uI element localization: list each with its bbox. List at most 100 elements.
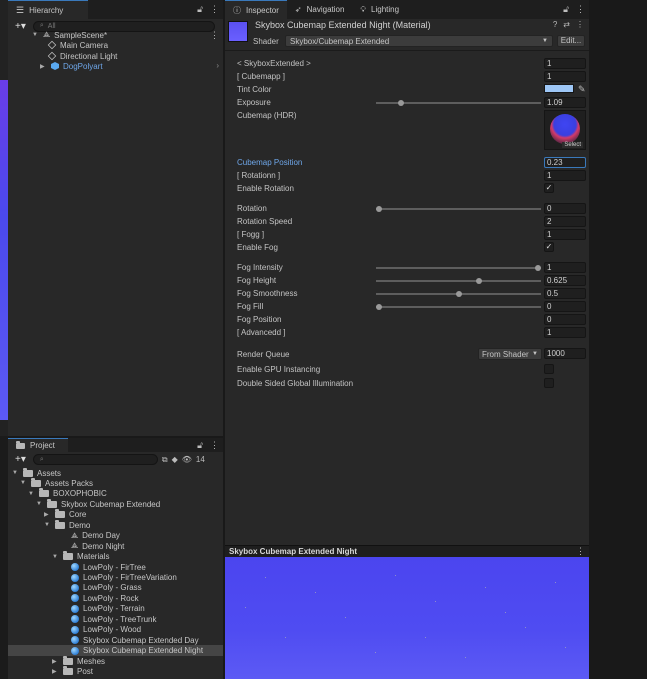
slider-track[interactable]	[376, 208, 541, 210]
expand-triangle-icon[interactable]: ▼	[44, 522, 51, 528]
select-texture-button[interactable]: Select	[562, 142, 583, 148]
project-tree-item[interactable]: LowPoly - FirTreeVariation	[60, 573, 177, 583]
eyedropper-icon[interactable]: ✎	[578, 84, 586, 95]
tab-navigation[interactable]: ➶ Navigation	[287, 0, 353, 19]
lock-icon[interactable]: 🔓︎	[197, 4, 203, 15]
property-value-field[interactable]: 1	[544, 71, 586, 82]
gameobject-icon	[47, 40, 57, 50]
property-checkbox[interactable]: ✓	[544, 242, 554, 252]
project-tree-item[interactable]: ▼ BOXOPHOBIC	[28, 488, 107, 499]
double-sided-gi-checkbox[interactable]	[544, 378, 554, 388]
project-tree-item[interactable]: ▶ Post	[52, 666, 93, 677]
help-icon[interactable]: ?	[553, 20, 557, 29]
slider-knob[interactable]	[376, 206, 382, 212]
preset-icon[interactable]: ⇄	[563, 20, 570, 29]
hierarchy-item-directional-light[interactable]: Directional Light	[47, 51, 117, 61]
property-label: Enable Fog	[237, 243, 278, 252]
hidden-packages-icon[interactable]: 👁︎	[182, 455, 192, 464]
project-tree-item[interactable]: ▼ Assets	[12, 467, 61, 478]
expand-triangle-icon[interactable]: ▶	[40, 63, 47, 70]
property-value-field[interactable]: 0.625	[544, 275, 586, 286]
material-preview-viewport[interactable]	[225, 557, 589, 679]
hierarchy-item-scene[interactable]: ▼ ⟁ SampleScene*	[32, 30, 107, 40]
project-tree-item[interactable]: LowPoly - FirTree	[60, 562, 146, 572]
tint-color-swatch[interactable]	[544, 84, 574, 93]
slider-knob[interactable]	[376, 304, 382, 310]
project-tree-item[interactable]: LowPoly - Grass	[60, 583, 142, 593]
property-checkbox[interactable]: ✓	[544, 183, 554, 193]
property-value-field[interactable]: 1	[544, 229, 586, 240]
expand-triangle-icon[interactable]: ▼	[20, 480, 27, 486]
kebab-menu-icon[interactable]: ⋮	[576, 546, 585, 557]
hierarchy-item-dogpolyart[interactable]: ▶ DogPolyart	[40, 61, 103, 71]
tab-lighting[interactable]: 💡︎ Lighting	[352, 0, 407, 19]
lock-icon[interactable]: 🔓︎	[197, 440, 203, 451]
shader-dropdown[interactable]: Skybox/Cubemap Extended ▼	[285, 35, 553, 47]
project-tree-item[interactable]: LowPoly - Wood	[60, 625, 141, 635]
slider-knob[interactable]	[455, 291, 462, 297]
expand-triangle-icon[interactable]: ▼	[32, 32, 39, 38]
property-value-field[interactable]: 1	[544, 170, 586, 181]
property-label: Fog Smoothness	[237, 289, 298, 298]
filter-by-type-icon[interactable]: ⧉	[162, 455, 168, 465]
project-tree-item[interactable]: ▼ Assets Packs	[20, 477, 93, 488]
project-search-input[interactable]: ⌕	[32, 454, 158, 465]
slider-track[interactable]	[376, 306, 541, 308]
expand-triangle-icon[interactable]: ▼	[12, 470, 19, 476]
collapsed-triangle-icon[interactable]: ▶	[52, 658, 59, 665]
project-tree-item[interactable]: ⟁ Demo Night	[60, 541, 124, 551]
property-value-field[interactable]: 1.09	[544, 97, 586, 108]
project-tree-item[interactable]: ▶ Core	[44, 509, 86, 520]
slider-track[interactable]	[376, 280, 541, 282]
project-tree-item[interactable]: LowPoly - TreeTrunk	[60, 614, 157, 624]
collapsed-triangle-icon[interactable]: ▶	[52, 668, 59, 675]
scene-menu-icon[interactable]: ⋮	[210, 30, 219, 41]
kebab-menu-icon[interactable]: ⋮	[576, 20, 584, 29]
kebab-menu-icon[interactable]: ⋮	[210, 440, 219, 451]
expand-triangle-icon[interactable]: ▼	[36, 501, 43, 507]
dropdown-arrow-icon: ▼	[532, 351, 538, 357]
render-queue-mode-dropdown[interactable]: From Shader ▼	[478, 348, 542, 360]
expand-triangle-icon[interactable]: ▼	[28, 491, 35, 497]
property-value-field[interactable]: 1	[544, 327, 586, 338]
kebab-menu-icon[interactable]: ⋮	[210, 4, 219, 15]
gpu-instancing-checkbox[interactable]	[544, 364, 554, 374]
tab-project[interactable]: Project	[8, 438, 68, 452]
hierarchy-item-main-camera[interactable]: Main Camera	[47, 40, 108, 50]
property-value-field[interactable]: 0	[544, 301, 586, 312]
create-button[interactable]: +▾	[12, 21, 29, 32]
filter-by-label-icon[interactable]: ◆	[172, 455, 178, 464]
unity-scene-icon: ⟁	[71, 541, 79, 551]
create-button[interactable]: +▾	[12, 454, 29, 465]
slider-track[interactable]	[376, 267, 541, 269]
cubemap-texture-slot[interactable]: Select	[544, 110, 586, 150]
project-tree-item[interactable]: ▼ Skybox Cubemap Extended	[36, 498, 160, 509]
lock-icon[interactable]: 🔓︎	[563, 4, 569, 15]
render-queue-field[interactable]: 1000	[544, 348, 586, 359]
property-value-field[interactable]: 0.5	[544, 288, 586, 299]
property-value-field[interactable]: 0	[544, 203, 586, 214]
tab-hierarchy[interactable]: ☰ Hierarchy	[8, 0, 88, 19]
tab-inspector[interactable]: ⓘ Inspector	[225, 0, 287, 19]
edit-shader-button[interactable]: Edit...	[557, 35, 585, 47]
property-value-field[interactable]: 2	[544, 216, 586, 227]
property-value-field[interactable]: 0.23	[544, 157, 586, 168]
property-value-field[interactable]: 0	[544, 314, 586, 325]
property-value-field[interactable]: 1	[544, 58, 586, 69]
property-value-field[interactable]: 1	[544, 262, 586, 273]
search-icon: ⌕	[39, 22, 44, 29]
kebab-menu-icon[interactable]: ⋮	[576, 4, 585, 15]
expand-triangle-icon[interactable]: ▼	[52, 554, 59, 560]
project-tree-item[interactable]: ▶ Meshes	[52, 655, 105, 666]
project-tree-item[interactable]: LowPoly - Terrain	[60, 604, 145, 614]
project-tree-item[interactable]: ⟁ Demo Day	[60, 531, 120, 541]
project-tree-item-label: Materials	[77, 552, 110, 562]
slider-knob[interactable]	[535, 265, 541, 271]
project-tree-item[interactable]: ▼ Demo	[44, 519, 90, 530]
chevron-right-icon[interactable]: ›	[216, 61, 219, 70]
project-tree-item[interactable]: ▼ Materials	[52, 551, 110, 562]
project-tree-item[interactable]: LowPoly - Rock	[60, 593, 139, 603]
collapsed-triangle-icon[interactable]: ▶	[44, 511, 51, 518]
project-tree-item[interactable]: Skybox Cubemap Extended Night	[60, 646, 203, 656]
material-title: Skybox Cubemap Extended Night (Material)	[255, 20, 431, 30]
